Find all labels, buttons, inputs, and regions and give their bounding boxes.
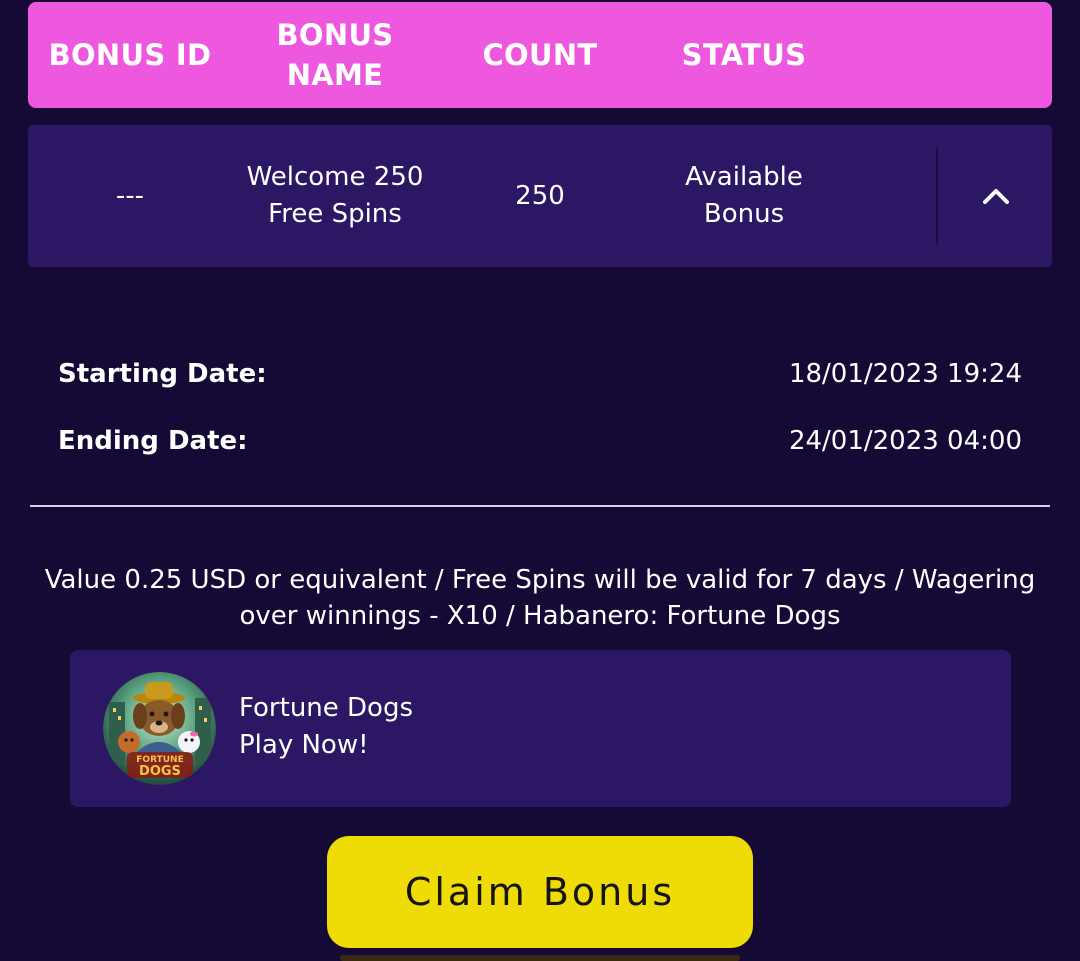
collapse-toggle-button[interactable] bbox=[940, 125, 1052, 267]
bonus-terms: Value 0.25 USD or equivalent / Free Spin… bbox=[44, 565, 1036, 631]
play-now-link[interactable]: Play Now! bbox=[239, 727, 413, 764]
game-name: Fortune Dogs bbox=[239, 693, 414, 723]
header-bonus-id: BONUS ID bbox=[48, 38, 212, 72]
starting-date-row: Starting Date: 18/01/2023 19:24 bbox=[58, 354, 1022, 394]
header-status: STATUS bbox=[681, 38, 807, 72]
starting-date-value: 18/01/2023 19:24 bbox=[788, 359, 1022, 389]
game-card[interactable]: FORTUNE DOGS Fortune Dogs Play Now! bbox=[70, 650, 1011, 807]
chevron-up-icon bbox=[983, 189, 1009, 204]
header-bonus-name: BONUS NAME bbox=[276, 18, 394, 92]
bonus-id-cell: --- bbox=[115, 180, 145, 211]
bonus-status-cell: Available Bonus bbox=[685, 162, 803, 229]
bonus-name-cell: Welcome 250 Free Spins bbox=[246, 162, 424, 229]
section-divider bbox=[30, 505, 1050, 507]
game-info: Fortune Dogs Play Now! bbox=[239, 690, 413, 764]
bonus-row[interactable]: --- Welcome 250 Free Spins 250 Available… bbox=[28, 125, 1052, 267]
claim-button-shadow bbox=[340, 955, 740, 961]
bonus-count-cell: 250 bbox=[515, 180, 565, 211]
bonus-table-header: BONUS ID BONUS NAME COUNT STATUS bbox=[28, 2, 1052, 108]
claim-bonus-button[interactable]: Claim Bonus bbox=[327, 836, 753, 948]
ending-date-value: 24/01/2023 04:00 bbox=[788, 426, 1022, 456]
header-count: COUNT bbox=[482, 38, 598, 72]
ending-date-row: Ending Date: 24/01/2023 04:00 bbox=[58, 421, 1022, 461]
ending-date-label: Ending Date: bbox=[58, 426, 248, 456]
starting-date-label: Starting Date: bbox=[58, 359, 267, 389]
row-divider bbox=[936, 147, 938, 245]
svg-text:DOGS: DOGS bbox=[139, 764, 181, 779]
fortune-dogs-thumbnail: FORTUNE DOGS bbox=[103, 672, 216, 785]
